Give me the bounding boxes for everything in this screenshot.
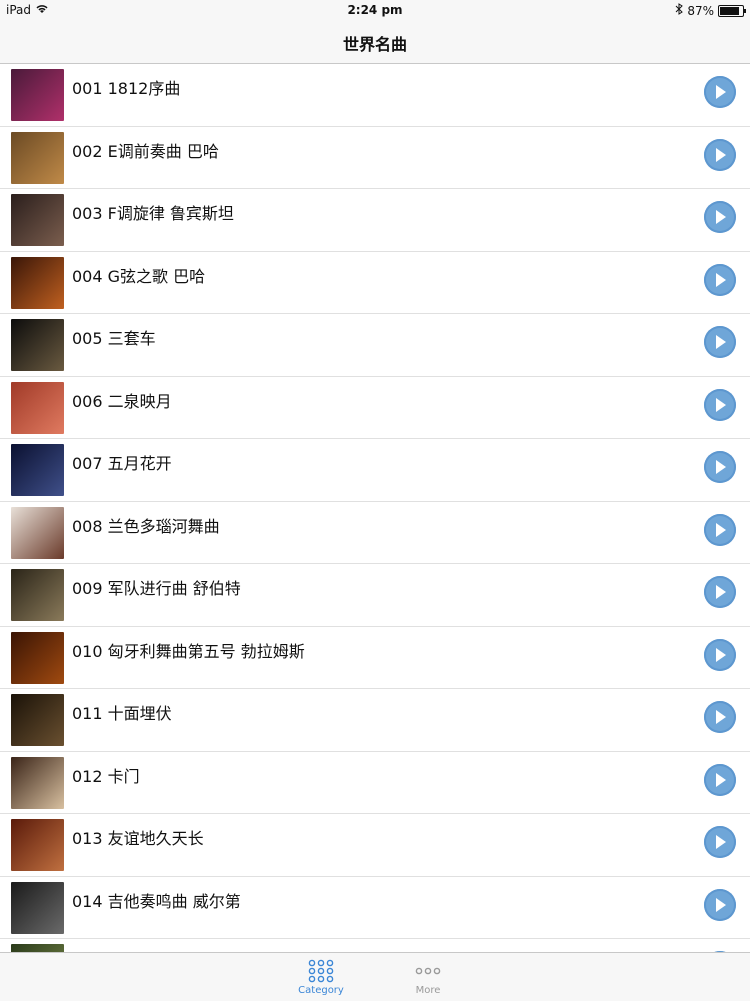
song-title: 003 F调旋律 鲁宾斯坦 [72,204,234,223]
grid-icon [276,957,366,985]
play-icon [716,835,726,849]
tab-more-label: More [415,985,441,996]
status-time: 2:24 pm [347,3,403,17]
song-row[interactable]: 012 卡门 [0,752,750,814]
play-icon [716,460,726,474]
play-button[interactable] [704,763,736,796]
play-button[interactable] [704,201,736,233]
song-thumbnail [11,194,64,246]
play-button[interactable] [704,513,736,546]
battery-icon [718,4,746,17]
song-row[interactable]: 013 友谊地久天长 [0,814,750,877]
song-thumbnail [11,319,64,371]
play-button[interactable] [704,888,736,921]
play-button[interactable] [704,76,736,108]
play-button[interactable] [704,576,736,608]
play-icon [716,335,726,349]
song-row[interactable]: 005 三套车 [0,314,750,377]
status-right: 87% [675,3,746,18]
song-thumbnail [11,506,64,559]
play-button[interactable] [704,138,736,171]
battery-fill [720,6,739,15]
play-button[interactable] [704,326,736,358]
play-button[interactable] [704,388,736,421]
song-title: 014 吉他奏鸣曲 威尔第 [72,891,241,911]
play-button[interactable] [704,263,736,296]
tab-more[interactable]: More [383,957,473,996]
song-title: 002 E调前奏曲 巴哈 [72,141,219,161]
play-icon [716,85,726,99]
navigation-bar: 世界名曲 [0,22,750,64]
song-thumbnail [11,819,64,871]
play-button[interactable] [704,451,736,483]
page-title: 世界名曲 [342,34,407,54]
play-button[interactable] [704,701,736,733]
song-title: 007 五月花开 [72,454,172,473]
bluetooth-icon [675,3,684,18]
song-title: 008 兰色多瑙河舞曲 [72,516,220,536]
song-thumbnail [11,756,64,809]
song-row[interactable]: 014 吉他奏鸣曲 威尔第 [0,877,750,939]
play-icon [716,147,726,162]
more-icon [383,957,473,985]
song-list[interactable]: 001 1812序曲 002 E调前奏曲 巴哈 003 F调旋律 鲁宾斯坦 004 G… [0,64,750,952]
tab-category[interactable]: Category [276,957,366,996]
song-row[interactable]: 002 E调前奏曲 巴哈 [0,127,750,189]
song-thumbnail [11,694,64,746]
song-row[interactable]: 007 五月花开 [0,439,750,502]
song-row[interactable]: 001 1812序曲 [0,64,750,127]
song-row[interactable]: 011 十面埋伏 [0,689,750,752]
song-title: 012 卡门 [72,766,140,786]
song-title: 009 军队进行曲 舒伯特 [72,579,241,598]
play-button[interactable] [704,638,736,671]
song-title: 010 匈牙利舞曲第五号 勃拉姆斯 [72,641,305,661]
play-icon [716,710,726,724]
song-title: 005 三套车 [72,329,156,348]
song-thumbnail [11,569,64,621]
play-icon [716,772,726,787]
play-icon [716,585,726,599]
play-icon [716,397,726,412]
song-row[interactable]: 006 二泉映月 [0,377,750,439]
song-title: 006 二泉映月 [72,391,172,411]
song-title: 004 G弦之歌 巴哈 [72,266,206,286]
song-title: 013 友谊地久天长 [72,829,204,848]
play-icon [716,897,726,912]
song-row[interactable]: 010 匈牙利舞曲第五号 勃拉姆斯 [0,627,750,689]
song-row[interactable]: 009 军队进行曲 舒伯特 [0,564,750,627]
song-title: 001 1812序曲 [72,79,181,98]
play-button[interactable] [704,826,736,858]
play-icon [716,522,726,537]
song-row[interactable]: 004 G弦之歌 巴哈 [0,252,750,314]
play-icon [716,647,726,662]
tab-category-label: Category [298,985,344,996]
song-thumbnail [11,881,64,934]
song-thumbnail [11,381,64,434]
song-thumbnail [11,131,64,184]
status-bar: iPad 2:24 pm 87% [0,0,750,22]
play-icon [716,272,726,287]
song-thumbnail [11,631,64,684]
song-thumbnail [11,444,64,496]
song-row[interactable]: 003 F调旋律 鲁宾斯坦 [0,189,750,252]
tab-bar: Category More [0,952,750,1001]
song-row[interactable]: 008 兰色多瑙河舞曲 [0,502,750,564]
song-row[interactable] [0,939,750,952]
battery-percent: 87% [687,3,714,18]
song-thumbnail [11,944,64,952]
song-title: 011 十面埋伏 [72,704,172,723]
play-icon [716,210,726,224]
song-thumbnail [11,256,64,309]
song-thumbnail [11,69,64,121]
